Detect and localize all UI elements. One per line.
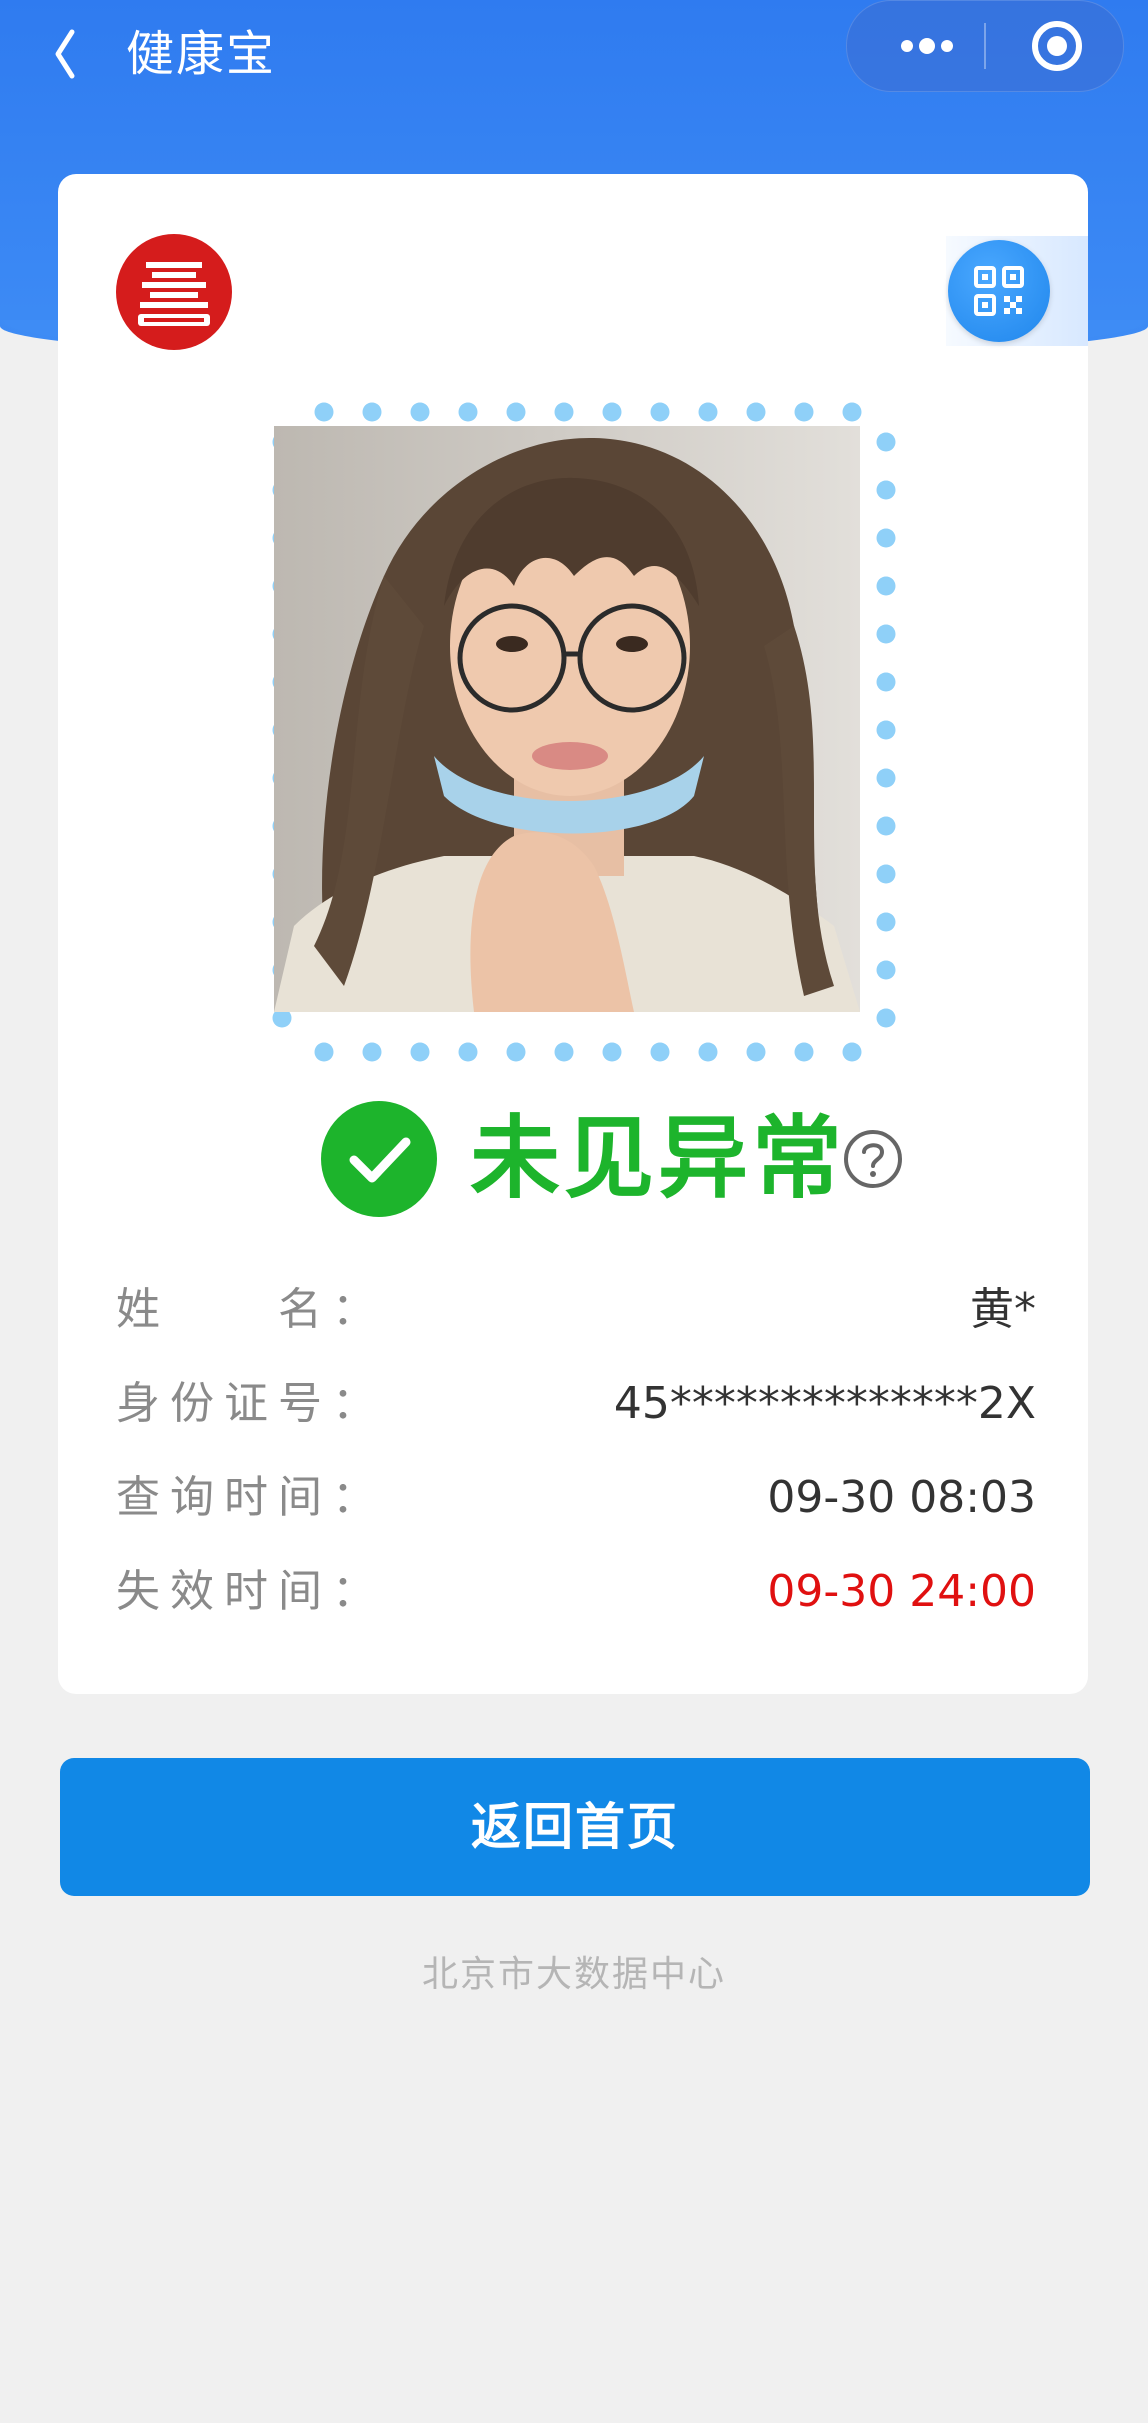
frame-dot [842,1042,862,1062]
frame-dot [458,1042,478,1062]
info-row-query-time: 查询时间： 09-30 08:03 [116,1468,1036,1528]
help-icon[interactable] [842,1128,904,1190]
footer-org: 北京市大数据中心 [421,1954,726,1995]
frame-dot [794,402,814,422]
frame-dot [554,1042,574,1062]
capsule-divider [984,23,986,69]
frame-dot [876,480,896,500]
info-value: 09-30 08:03 [767,1472,1036,1523]
frame-dot [876,912,896,932]
frame-dot [876,864,896,884]
page-title: 健康宝 [126,26,277,82]
frame-dot [506,402,526,422]
check-icon [321,1101,437,1217]
frame-dot [876,576,896,596]
back-icon [55,29,75,79]
frame-dot [746,402,766,422]
more-icon [901,38,953,54]
frame-dot [458,402,478,422]
frame-dot [876,624,896,644]
health-status: 未见异常 [58,1098,1088,1228]
mini-program-capsule [846,0,1124,92]
status-text: 未见异常 [470,1106,846,1211]
frame-dot [876,768,896,788]
info-label: 姓 名： [116,1284,386,1335]
frame-dot [602,1042,622,1062]
info-row-id: 身份证号： 45**************2X [116,1374,1036,1434]
back-button[interactable] [36,10,96,80]
frame-dot [876,720,896,740]
info-value: 45**************2X [613,1378,1036,1429]
frame-dot [506,1042,526,1062]
frame-dot [876,528,896,548]
health-card: 未见异常 姓 名： 黄* 身份证号： 45**************2X 查询… [58,174,1088,1694]
frame-dot [842,402,862,422]
logo [116,234,232,350]
return-home-button[interactable]: 返回首页 [60,1758,1090,1896]
frame-dot [876,672,896,692]
frame-dot [876,960,896,980]
frame-dot [362,402,382,422]
frame-dot [410,402,430,422]
frame-dot [794,1042,814,1062]
close-circle-icon [1032,21,1082,71]
frame-dot [876,816,896,836]
frame-dot [876,1008,896,1028]
frame-dot [876,432,896,452]
frame-dot [698,1042,718,1062]
more-button[interactable] [877,11,977,81]
info-label: 身份证号： [116,1378,386,1429]
frame-dot [362,1042,382,1062]
info-row-expire-time: 失效时间： 09-30 24:00 [116,1562,1036,1622]
frame-dot [314,1042,334,1062]
frame-dot [746,1042,766,1062]
info-row-name: 姓 名： 黄* [116,1280,1036,1340]
info-value: 黄* [970,1284,1036,1335]
qr-code-button[interactable] [948,240,1050,342]
frame-dot [650,1042,670,1062]
info-value: 09-30 24:00 [767,1566,1036,1617]
user-photo [274,426,860,1012]
frame-dot [314,402,334,422]
info-label: 查询时间： [116,1472,386,1523]
close-button[interactable] [1017,11,1097,81]
info-label: 失效时间： [116,1566,386,1617]
frame-dot [602,402,622,422]
frame-dot [650,402,670,422]
frame-dot [554,402,574,422]
frame-dot [410,1042,430,1062]
frame-dot [698,402,718,422]
qr-code-icon [974,266,1024,316]
